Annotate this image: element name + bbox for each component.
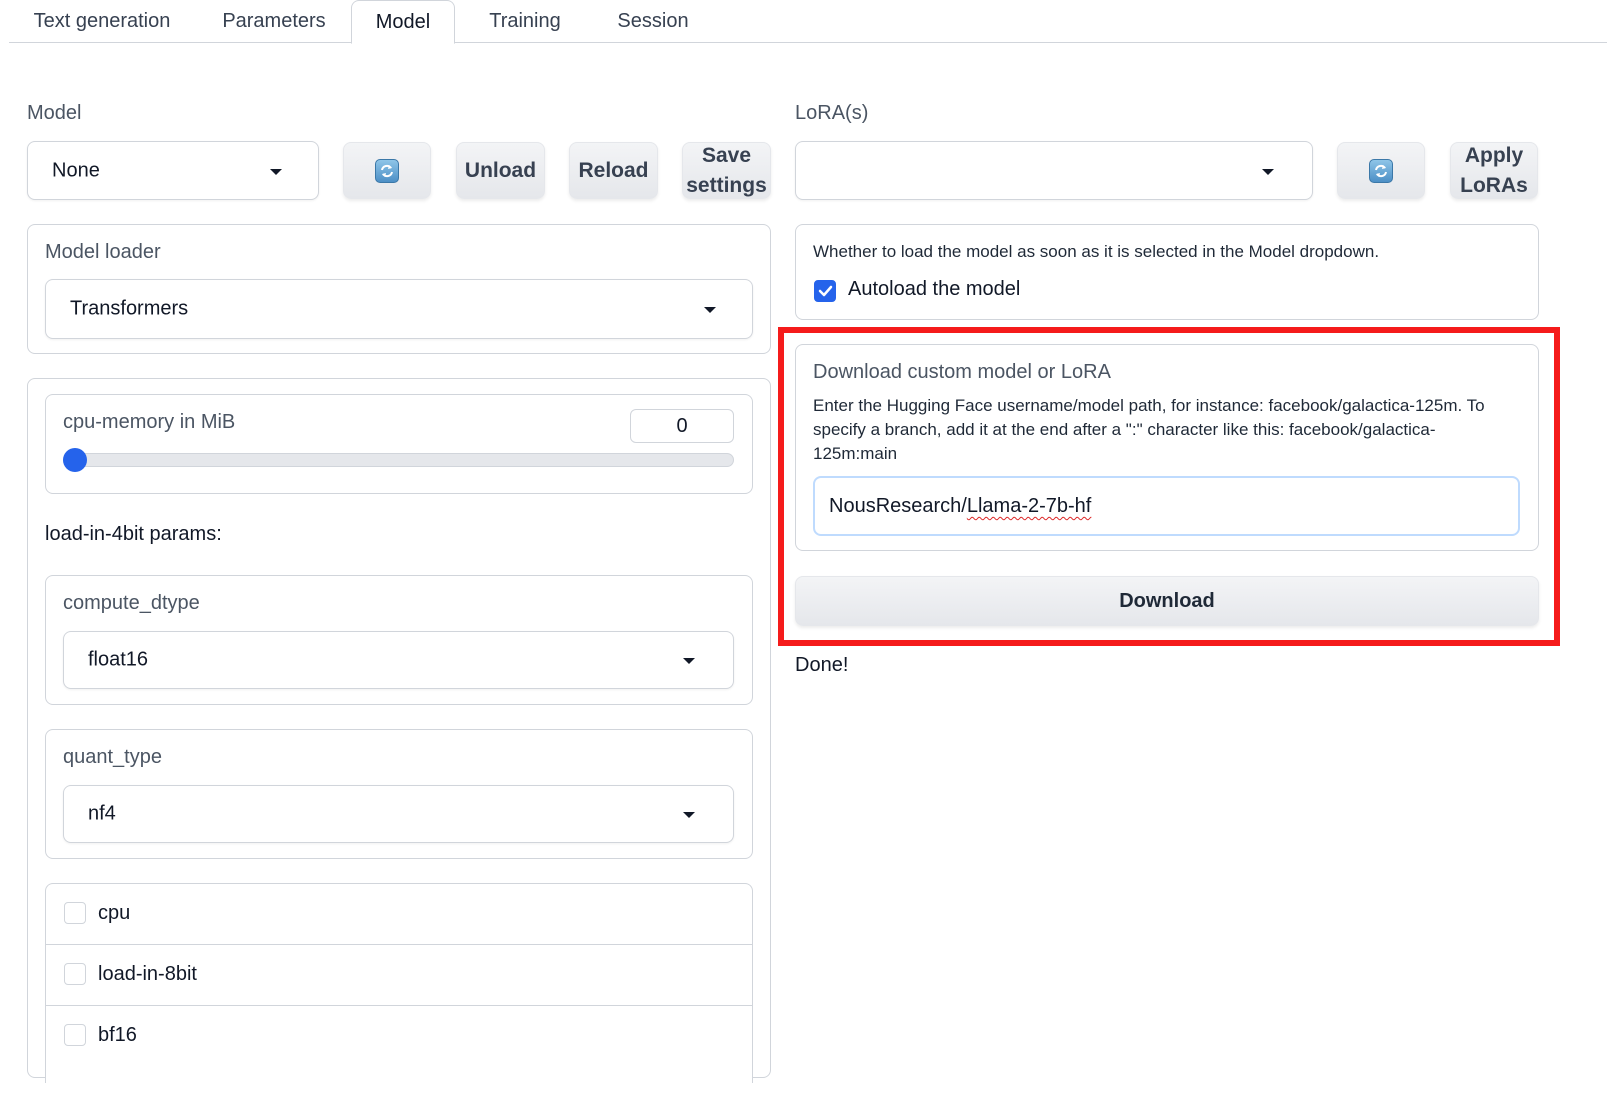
- divider: [45, 1005, 753, 1006]
- model-dropdown[interactable]: None: [27, 141, 319, 200]
- reload-button[interactable]: Reload: [569, 142, 658, 199]
- model-refresh-button[interactable]: [343, 142, 431, 199]
- refresh-icon: [375, 158, 399, 183]
- tab-text-generation[interactable]: Text generation: [9, 0, 195, 43]
- lora-dropdown[interactable]: [795, 141, 1313, 200]
- model-loader-dropdown[interactable]: Transformers: [45, 279, 753, 339]
- cpu-memory-slider-track[interactable]: [63, 453, 734, 467]
- download-status: Done!: [795, 654, 849, 676]
- cpu-checkbox-label[interactable]: cpu: [98, 902, 130, 925]
- quant-type-value: nf4: [88, 802, 116, 825]
- cpu-memory-number-input[interactable]: 0: [630, 409, 734, 443]
- refresh-icon: [1369, 158, 1393, 183]
- divider: [45, 944, 753, 945]
- lora-label: LoRA(s): [795, 102, 869, 124]
- compute-dtype-label: compute_dtype: [63, 592, 200, 614]
- cpu-checkbox[interactable]: [64, 902, 86, 924]
- lora-refresh-button[interactable]: [1337, 142, 1425, 199]
- tab-bar: Text generation Parameters Model Trainin…: [9, 0, 1607, 44]
- checkmark-icon: [818, 285, 833, 297]
- highlight-box: [778, 327, 1560, 646]
- apply-loras-label-1: Apply: [1464, 143, 1524, 167]
- chevron-down-icon: [683, 812, 695, 818]
- apply-loras-button[interactable]: Apply LoRAs: [1450, 142, 1538, 199]
- model-loader-label: Model loader: [45, 241, 161, 263]
- compute-dtype-dropdown[interactable]: float16: [63, 631, 734, 689]
- save-settings-button[interactable]: Save settings: [682, 142, 771, 199]
- load-in-4bit-heading: load-in-4bit params:: [45, 523, 222, 545]
- model-loader-value: Transformers: [70, 297, 189, 320]
- load-in-8bit-label[interactable]: load-in-8bit: [98, 963, 197, 986]
- autoload-checkbox[interactable]: [814, 280, 836, 302]
- autoload-info: Whether to load the model as soon as it …: [813, 242, 1380, 261]
- cpu-memory-label: cpu-memory in MiB: [63, 411, 236, 433]
- bf16-checkbox[interactable]: [64, 1024, 86, 1046]
- apply-loras-label-2: LoRAs: [1460, 173, 1528, 197]
- unload-button[interactable]: Unload: [456, 142, 545, 199]
- save-settings-label-2: settings: [686, 173, 767, 197]
- autoload-label[interactable]: Autoload the model: [848, 278, 1020, 301]
- compute-dtype-value: float16: [88, 648, 149, 671]
- chevron-down-icon: [704, 307, 716, 313]
- load-in-8bit-checkbox[interactable]: [64, 963, 86, 985]
- model-dropdown-value: None: [52, 159, 100, 181]
- tab-model[interactable]: Model: [351, 0, 455, 44]
- tab-session[interactable]: Session: [589, 0, 717, 43]
- model-label: Model: [27, 102, 82, 124]
- chevron-down-icon: [270, 168, 282, 175]
- bf16-label[interactable]: bf16: [98, 1024, 137, 1047]
- tab-parameters[interactable]: Parameters: [199, 0, 349, 43]
- autoload-panel: [795, 224, 1539, 320]
- chevron-down-icon: [683, 658, 695, 664]
- chevron-down-icon: [1262, 168, 1274, 175]
- save-settings-label-1: Save: [701, 143, 752, 167]
- quant-type-dropdown[interactable]: nf4: [63, 785, 734, 843]
- cpu-memory-slider-thumb[interactable]: [63, 448, 87, 472]
- tab-training[interactable]: Training: [461, 0, 589, 43]
- quant-type-label: quant_type: [63, 746, 162, 768]
